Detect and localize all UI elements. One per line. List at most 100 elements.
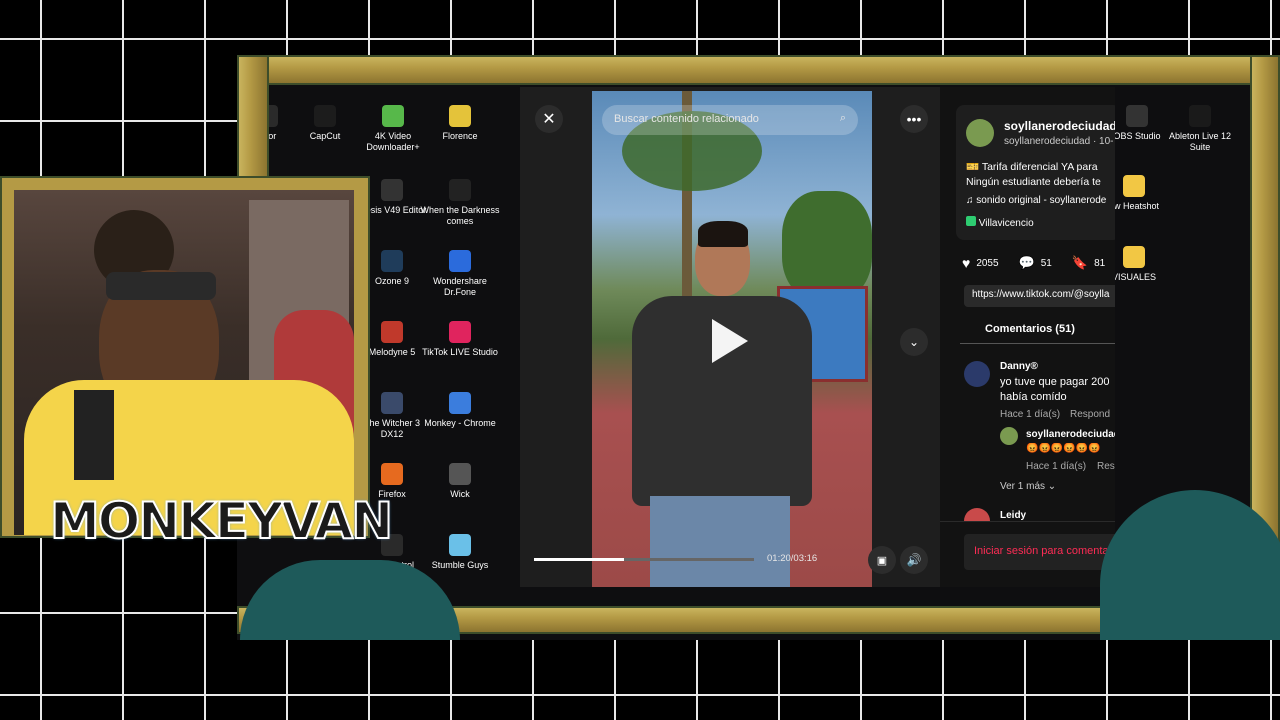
alesis-icon <box>381 179 403 201</box>
capcut-icon <box>314 105 336 127</box>
person-hair <box>698 221 748 247</box>
darkness-icon <box>449 179 471 201</box>
comment-text-2: había comído <box>1000 391 1067 403</box>
post-desc-2: Ningún estudiante debería te <box>966 176 1101 188</box>
video-player[interactable] <box>592 91 872 587</box>
desktop-shortcut-label: Stumble Guys <box>431 560 489 570</box>
reply-button[interactable]: Respond <box>1070 409 1110 420</box>
witcher-icon <box>381 392 403 414</box>
4k-download-icon <box>382 105 404 127</box>
desktop-shortcut[interactable]: Monkey - Chrome <box>420 392 500 429</box>
avatar[interactable] <box>1000 427 1018 445</box>
desktop-shortcut-label: Florence <box>442 131 478 141</box>
login-footer: Iniciar sesión para comenta <box>940 521 1115 587</box>
bamboo-frame-left <box>237 55 269 185</box>
play-icon[interactable] <box>712 319 748 363</box>
volume-icon[interactable]: 🔊 <box>900 546 928 574</box>
view-more-text: Ver 1 más <box>1000 481 1046 492</box>
more-options-icon[interactable]: ••• <box>900 105 928 133</box>
view-more-replies[interactable]: Ver 1 más ⌄ <box>1000 481 1056 492</box>
desktop-shortcut[interactable]: When the Darkness comes <box>420 179 500 227</box>
search-icon[interactable]: ⌕ <box>840 112 846 125</box>
folder-icon <box>1123 175 1145 197</box>
person-jeans <box>650 496 790 587</box>
desktop-shortcut-label: When the Darkness comes <box>420 205 500 226</box>
desktop-shortcut-label: Wondershare Dr.Fone <box>433 276 487 297</box>
bamboo-frame-top <box>237 55 1280 85</box>
progress-bar[interactable] <box>534 558 754 561</box>
close-icon[interactable]: ✕ <box>535 105 563 133</box>
desktop-shortcut-label: Wick <box>450 489 470 499</box>
reply-text: 😡😡😡😡😡😡 <box>1026 443 1101 454</box>
ozone-icon <box>381 250 403 272</box>
desktop-shortcut-label: TikTok LIVE Studio <box>422 347 498 357</box>
chevron-down-icon[interactable]: ⌄ <box>900 328 928 356</box>
comment-icon[interactable]: 💬 <box>1019 255 1035 271</box>
likes-count: 2055 <box>976 257 999 269</box>
bookmark-icon[interactable]: 🔖 <box>1072 255 1088 271</box>
desktop-shortcut-label: Ableton Live 12 Suite <box>1168 131 1232 152</box>
stumble-guys-icon <box>449 534 471 556</box>
search-input[interactable]: Buscar contenido relacionado ⌕ <box>602 105 858 135</box>
comment-user[interactable]: Danny® <box>1000 361 1038 372</box>
desktop-shortcut[interactable]: Ableton Live 12 Suite <box>1160 105 1240 153</box>
music-icon: ♫ <box>966 195 974 206</box>
pip-icon[interactable]: ▣ <box>868 546 896 574</box>
copy-link-field[interactable]: https://www.tiktok.com/@soylla <box>964 285 1115 307</box>
tiktok-viewer: ✕ Buscar contenido relacionado ⌕ ••• ⌄ 0… <box>520 87 1115 587</box>
monkeyvan-logo: MONKEYVAN <box>49 491 394 551</box>
login-button[interactable]: Iniciar sesión para comenta <box>964 534 1115 570</box>
headband <box>106 272 216 300</box>
sound-line[interactable]: ♫ sonido original - soyllanerode <box>966 195 1106 206</box>
tab-comments[interactable]: Comentarios (51) <box>985 323 1075 335</box>
ableton-icon <box>1189 105 1211 127</box>
location-text: Villavicencio <box>978 218 1034 229</box>
comment-time: Hace 1 día(s) <box>1000 409 1061 420</box>
actions-row: ♥ 2055 💬 51 🔖 81 <box>962 255 1105 271</box>
melodyne-icon <box>381 321 403 343</box>
comment-text-1: yo tuve que pagar 200 <box>1000 376 1110 388</box>
chrome-icon <box>449 392 471 414</box>
reply-button[interactable]: Res <box>1097 461 1115 472</box>
location-icon <box>966 216 976 226</box>
tree <box>782 191 872 301</box>
location-tag[interactable]: Villavicencio <box>966 216 1034 229</box>
search-placeholder: Buscar contenido relacionado <box>614 113 759 125</box>
reply-time: Hace 1 día(s) <box>1026 461 1087 472</box>
post-handle: soyllanerodeciudad · 10- <box>1004 136 1114 147</box>
post-username[interactable]: soyllanerodeciudad <box>1004 119 1115 133</box>
video-area: ✕ Buscar contenido relacionado ⌕ ••• ⌄ 0… <box>520 87 940 587</box>
microphone <box>74 390 114 480</box>
post-desc-text-1: Tarifa diferencial YA para <box>981 161 1098 173</box>
divider <box>960 343 1115 344</box>
desktop-shortcut[interactable]: Florence <box>420 105 500 142</box>
post-info-card: soyllanerodeciudad soyllanerodeciudad · … <box>956 105 1115 240</box>
sound-text: sonido original - soyllanerode <box>976 195 1107 206</box>
desktop-shortcut[interactable]: Stumble Guys <box>420 534 500 571</box>
tiktok-live-icon <box>449 321 471 343</box>
webcam-feed <box>14 190 354 535</box>
folder-icon <box>1123 246 1145 268</box>
desktop-shortcut[interactable]: Wick <box>420 463 500 500</box>
desktop-shortcut[interactable]: Wondershare Dr.Fone <box>420 250 500 298</box>
saves-count: 81 <box>1094 257 1106 269</box>
wick-icon <box>449 463 471 485</box>
drfone-icon <box>449 250 471 272</box>
emoji-icon: 🎫 <box>966 161 980 173</box>
reply-user[interactable]: soyllanerodeciudad <box>1026 429 1115 440</box>
obs-icon <box>1126 105 1148 127</box>
heart-icon[interactable]: ♥ <box>962 255 970 271</box>
desktop-shortcut[interactable]: TikTok LIVE Studio <box>420 321 500 358</box>
florence-icon <box>449 105 471 127</box>
brand-text: MONKEYVAN <box>49 491 394 551</box>
video-timestamp: 01:20/03:16 <box>767 553 818 564</box>
progress-fill <box>534 558 625 561</box>
post-desc-1: 🎫 Tarifa diferencial YA para <box>966 160 1098 173</box>
comment-user[interactable]: Leidy <box>1000 510 1026 521</box>
comments-count: 51 <box>1040 257 1052 269</box>
desktop-shortcut-label: Monkey - Chrome <box>424 418 496 428</box>
post-sidepanel: soyllanerodeciudad soyllanerodeciudad · … <box>940 87 1115 587</box>
avatar[interactable] <box>964 361 990 387</box>
avatar[interactable] <box>966 119 994 147</box>
firefox-icon <box>381 463 403 485</box>
